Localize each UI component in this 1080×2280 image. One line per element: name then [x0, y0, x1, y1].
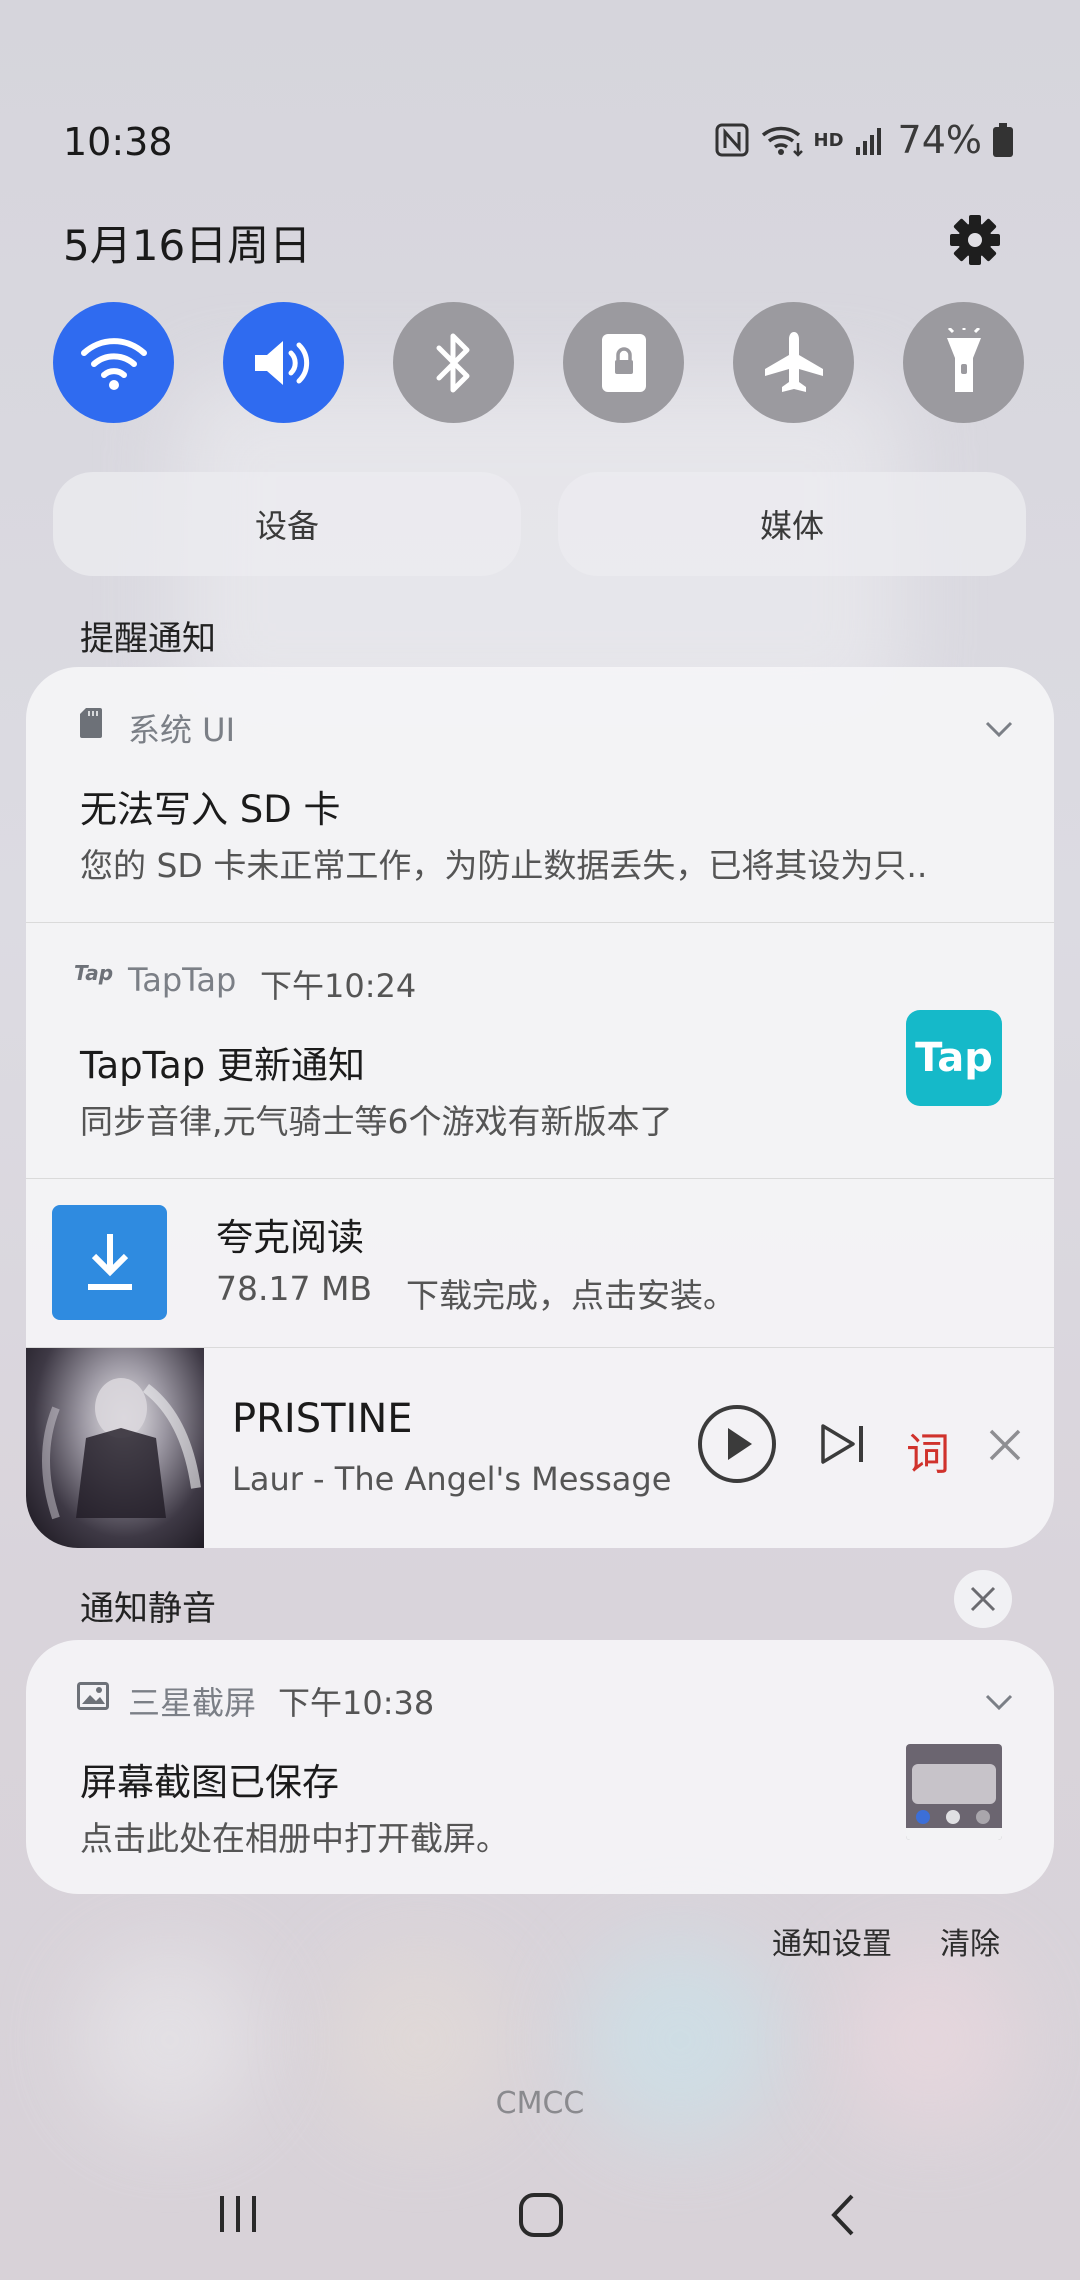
battery-percent: 74%: [897, 118, 982, 162]
taptap-title: TapTap 更新通知: [80, 1044, 366, 1087]
download-title: 夸克阅读: [216, 1216, 364, 1259]
airplane-icon: [764, 331, 823, 392]
sd-card-title: 无法写入 SD 卡: [80, 788, 341, 831]
home-icon: [519, 2193, 563, 2237]
download-icon: [52, 1205, 167, 1320]
battery-icon: [992, 122, 1014, 158]
lock-screen-icon: [601, 333, 646, 392]
airplane-mode-toggle[interactable]: [733, 302, 854, 423]
download-body: 下载完成，点击安装。: [406, 1276, 736, 1315]
status-icons: HD 74%: [714, 118, 1014, 162]
status-time: 10:38: [63, 120, 173, 164]
bluetooth-icon: [436, 333, 469, 392]
expand-chevron-icon[interactable]: [984, 1692, 1014, 1716]
notification-settings-link[interactable]: 通知设置: [772, 1919, 892, 1963]
play-button[interactable]: [697, 1404, 777, 1488]
date-label: 5月16日周日: [63, 221, 312, 270]
taptap-app-thumbnail: Tap: [906, 1010, 1002, 1106]
screenshot-thumbnail: [906, 1744, 1002, 1840]
signal-icon: [854, 123, 888, 157]
close-icon: [970, 1586, 996, 1612]
screenshot-notification[interactable]: 三星截屏 下午10:38 屏幕截图已保存 点击此处在相册中打开截屏。: [26, 1640, 1054, 1894]
track-title: PRISTINE: [232, 1396, 413, 1442]
taptap-app-name: TapTap: [128, 961, 237, 999]
sd-card-notification[interactable]: 系统 UI 无法写入 SD 卡 您的 SD 卡未正常工作，为防止数据丢失，已将其…: [26, 667, 1054, 922]
recent-apps-icon: [220, 2196, 256, 2232]
gallery-icon: [77, 1682, 109, 1710]
screenshot-body: 点击此处在相册中打开截屏。: [80, 1819, 509, 1858]
wifi-status-icon: [760, 123, 804, 157]
screenshot-app-name: 三星截屏: [128, 1684, 257, 1722]
taptap-body: 同步音律,元气骑士等6个游戏有新版本了: [80, 1102, 673, 1141]
muted-section-title: 通知静音: [80, 1589, 216, 1629]
download-size: 78.17 MB: [216, 1269, 373, 1308]
alert-notifications-card: 系统 UI 无法写入 SD 卡 您的 SD 卡未正常工作，为防止数据丢失，已将其…: [26, 667, 1054, 1548]
sd-card-icon: [80, 708, 102, 738]
carrier-label: CMCC: [495, 2086, 585, 2121]
track-artist: Laur - The Angel's Message: [232, 1460, 672, 1498]
play-icon: [698, 1405, 776, 1483]
taptap-small-icon: Tap: [74, 961, 114, 985]
flashlight-icon: [946, 327, 981, 392]
taptap-time: 下午10:24: [260, 967, 417, 1005]
flashlight-toggle[interactable]: [903, 302, 1024, 423]
close-player-button[interactable]: [988, 1428, 1022, 1466]
album-art: [26, 1348, 204, 1548]
back-button[interactable]: [826, 2192, 860, 2242]
wifi-toggle[interactable]: [53, 302, 174, 423]
taptap-notification[interactable]: Tap TapTap 下午10:24 TapTap 更新通知 同步音律,元气骑士…: [26, 923, 1054, 1178]
rotation-lock-toggle[interactable]: [563, 302, 684, 423]
media-button[interactable]: 媒体: [558, 472, 1026, 576]
bluetooth-toggle[interactable]: [393, 302, 514, 423]
lyrics-button[interactable]: 词: [906, 1418, 950, 1482]
close-icon: [989, 1429, 1021, 1461]
sd-card-app-name: 系统 UI: [128, 711, 236, 749]
music-player-notification[interactable]: PRISTINE Laur - The Angel's Message 词: [26, 1348, 1054, 1548]
hd-icon: HD: [813, 129, 844, 151]
sound-toggle[interactable]: [223, 302, 344, 423]
settings-gear-icon[interactable]: [945, 210, 1005, 270]
wifi-icon: [80, 337, 147, 390]
download-notification[interactable]: 夸克阅读 78.17 MB 下载完成，点击安装。: [26, 1179, 1054, 1347]
screenshot-title: 屏幕截图已保存: [80, 1761, 339, 1804]
expand-chevron-icon[interactable]: [984, 719, 1014, 743]
clear-all-button[interactable]: 清除: [940, 1919, 1000, 1963]
home-button[interactable]: [518, 2192, 564, 2242]
devices-button[interactable]: 设备: [53, 472, 521, 576]
speaker-icon: [254, 340, 309, 385]
dismiss-muted-button[interactable]: [954, 1570, 1012, 1628]
sd-card-body: 您的 SD 卡未正常工作，为防止数据丢失，已将其设为只..: [80, 846, 928, 885]
skip-next-icon: [821, 1424, 863, 1464]
back-arrow-icon: [831, 2194, 854, 2236]
nfc-icon: [714, 122, 750, 158]
recent-apps-button[interactable]: [216, 2192, 260, 2240]
screenshot-time: 下午10:38: [278, 1684, 435, 1722]
skip-next-button[interactable]: [819, 1422, 867, 1470]
alert-section-title: 提醒通知: [80, 619, 216, 659]
